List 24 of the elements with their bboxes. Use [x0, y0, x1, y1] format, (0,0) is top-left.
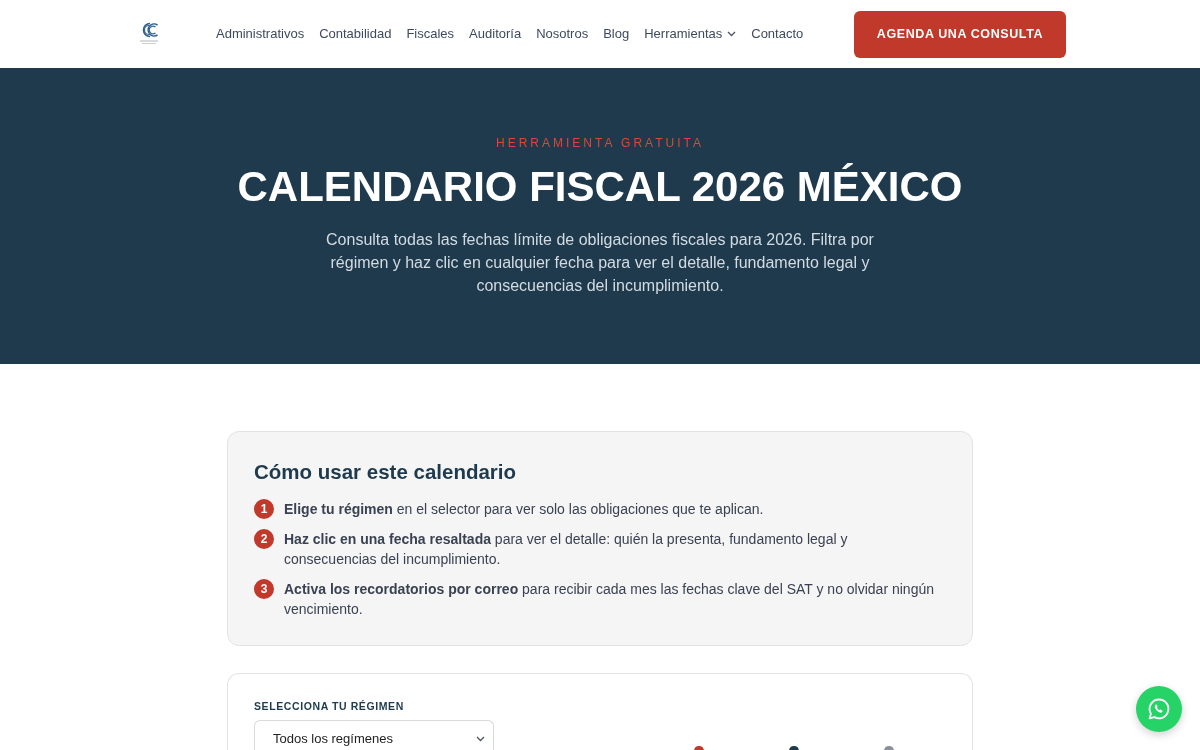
hero-title: CALENDARIO FISCAL 2026 MÉXICO	[236, 163, 964, 211]
schedule-consultation-button[interactable]: AGENDA UNA CONSULTA	[854, 10, 1066, 58]
step-text: Elige tu régimen en el selector para ver solo las obligaciones que te aplican.	[284, 500, 764, 519]
nav-link[interactable]: Contabilidad	[319, 24, 392, 44]
nav-link[interactable]: Administrativos	[216, 24, 305, 44]
chevron-down-icon	[476, 735, 485, 742]
step-number: 2	[254, 529, 274, 549]
instructions-title: Cómo usar este calendario	[254, 459, 518, 485]
regimen-select[interactable]: Todos los regímenes	[254, 720, 494, 750]
regimen-label: SELECCIONA TU RÉGIMEN	[254, 700, 405, 712]
phone-bubble-icon	[1147, 697, 1171, 721]
step-text: Activa los recordatorios por correo para recibir cada mes las fechas clave del SAT y no olvidar ningún vencimiento.	[284, 580, 935, 619]
hero-description: Consulta todas las fechas límite de obligaciones fiscales para 2026. Filtra por régimen y haz clic en cualquier fecha para ver el detalle, fundamento legal y consecuencias del incumplimiento.	[325, 230, 875, 296]
nav-dropdown[interactable]: Herramientas	[644, 24, 737, 44]
hero-eyebrow: HERRAMIENTA GRATUITA	[495, 136, 705, 150]
nav-link[interactable]: Contacto	[751, 24, 804, 44]
step-text: Haz clic en una fecha resaltada para ver el detalle: quién la presenta, fundamento legal y consecuencias del incumplimiento.	[284, 530, 849, 569]
step-number: 3	[254, 579, 274, 599]
chevron-down-icon	[727, 31, 737, 37]
step-number: 1	[254, 499, 274, 519]
nav-link[interactable]: Nosotros	[536, 24, 589, 44]
nav-link[interactable]: Blog	[603, 24, 630, 44]
nav-link[interactable]: Fiscales	[406, 24, 455, 44]
nav-link[interactable]: Auditoría	[469, 24, 522, 44]
